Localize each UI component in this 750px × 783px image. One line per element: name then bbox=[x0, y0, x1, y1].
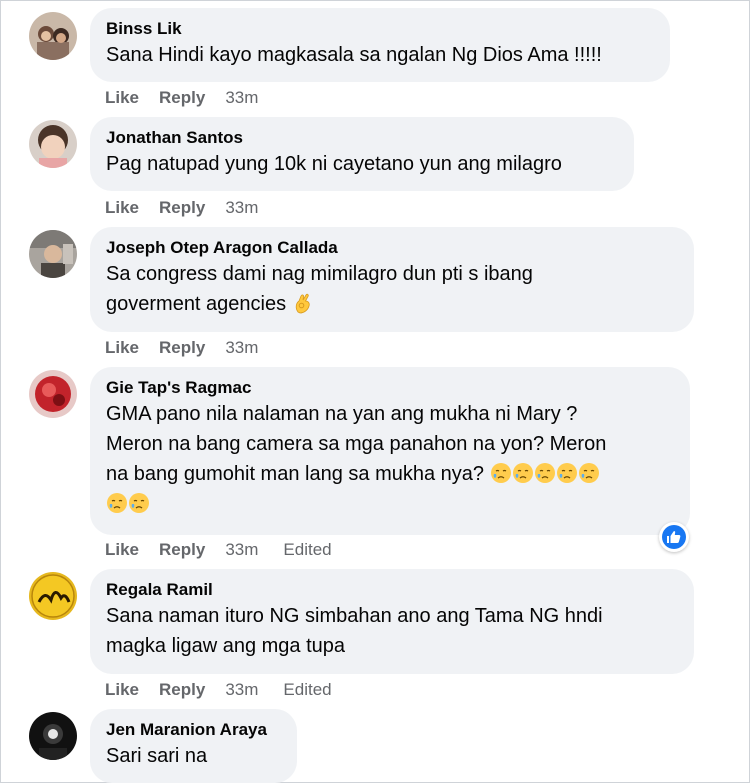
comment-author[interactable]: Jonathan Santos bbox=[106, 127, 618, 149]
comment-text: Sari sari na bbox=[106, 745, 208, 767]
comment-bubble: Joseph Otep Aragon Callada Sa congress d… bbox=[90, 227, 694, 332]
comment-author[interactable]: Gie Tap's Ragmac bbox=[106, 377, 674, 399]
comment-author[interactable]: Joseph Otep Aragon Callada bbox=[106, 237, 678, 259]
comment-bubble: Gie Tap's Ragmac GMA pano nila nalaman n… bbox=[90, 367, 690, 535]
comment-author[interactable]: Jen Maranion Araya bbox=[106, 719, 281, 741]
comment-text-line: na bang gumohit man lang sa mukha nya? bbox=[106, 463, 485, 485]
sad-relieved-face-emoji bbox=[556, 462, 578, 484]
timestamp[interactable]: 33m bbox=[225, 678, 258, 702]
like-button[interactable]: Like bbox=[105, 538, 139, 562]
sad-relieved-face-emoji bbox=[512, 462, 534, 484]
like-button[interactable]: Like bbox=[105, 336, 139, 360]
timestamp[interactable]: 33m bbox=[225, 336, 258, 360]
comment-text-line: Meron na bang camera sa mga panahon na y… bbox=[106, 433, 607, 455]
comment-text-line: GMA pano nila nalaman na yan ang mukha n… bbox=[106, 403, 578, 425]
timestamp[interactable]: 33m bbox=[225, 196, 258, 220]
comment-author[interactable]: Regala Ramil bbox=[106, 579, 678, 601]
avatar[interactable] bbox=[29, 12, 77, 60]
reply-button[interactable]: Reply bbox=[159, 678, 205, 702]
sad-relieved-face-emoji bbox=[534, 462, 556, 484]
comment-text: Pag natupad yung 10k ni cayetano yun ang… bbox=[106, 153, 562, 175]
reply-button[interactable]: Reply bbox=[159, 538, 205, 562]
like-button[interactable]: Like bbox=[105, 86, 139, 110]
reply-button[interactable]: Reply bbox=[159, 336, 205, 360]
sad-relieved-face-emoji bbox=[490, 462, 512, 484]
comment-text-line: Sa congress dami nag mimilagro dun pti s… bbox=[106, 263, 533, 285]
edited-label[interactable]: Edited bbox=[283, 538, 331, 562]
comment-bubble: Binss Lik Sana Hindi kayo magkasala sa n… bbox=[90, 8, 670, 82]
comment-text: Sana Hindi kayo magkasala sa ngalan Ng D… bbox=[106, 44, 602, 66]
avatar[interactable] bbox=[29, 712, 77, 760]
comment-actions: Like Reply 33m bbox=[105, 86, 283, 110]
comment-bubble: Jonathan Santos Pag natupad yung 10k ni … bbox=[90, 117, 634, 191]
comment-text-line: magka ligaw ang mga tupa bbox=[106, 635, 346, 657]
comment-actions: Like Reply 33m bbox=[105, 336, 283, 360]
avatar[interactable] bbox=[29, 370, 77, 418]
like-reaction-badge[interactable] bbox=[659, 522, 689, 552]
comment-bubble: Regala Ramil Sana naman ituro NG simbaha… bbox=[90, 569, 694, 674]
avatar[interactable] bbox=[29, 230, 77, 278]
like-button[interactable]: Like bbox=[105, 678, 139, 702]
like-button[interactable]: Like bbox=[105, 196, 139, 220]
thumbs-up-icon bbox=[662, 525, 686, 549]
comment-actions: Like Reply 33m Edited bbox=[105, 538, 332, 562]
sad-relieved-face-emoji bbox=[106, 492, 128, 514]
comment-actions: Like Reply 33m Edited bbox=[105, 678, 332, 702]
timestamp[interactable]: 33m bbox=[225, 538, 258, 562]
comment-text: GMA pano nila nalaman na yan ang mukha n… bbox=[106, 399, 674, 519]
comment-text: Sa congress dami nag mimilagro dun pti s… bbox=[106, 259, 678, 319]
sad-relieved-face-emoji bbox=[128, 492, 150, 514]
comment-text-line: Sana naman ituro NG simbahan ano ang Tam… bbox=[106, 605, 603, 627]
reply-button[interactable]: Reply bbox=[159, 86, 205, 110]
comment-text: Sana naman ituro NG simbahan ano ang Tam… bbox=[106, 601, 678, 661]
sad-relieved-face-emoji bbox=[578, 462, 600, 484]
timestamp[interactable]: 33m bbox=[225, 86, 258, 110]
edited-label[interactable]: Edited bbox=[283, 678, 331, 702]
comment-text-line: goverment agencies bbox=[106, 293, 287, 315]
comment-bubble: Jen Maranion Araya Sari sari na bbox=[90, 709, 297, 783]
avatar[interactable] bbox=[29, 120, 77, 168]
reply-button[interactable]: Reply bbox=[159, 196, 205, 220]
ok-hand-emoji bbox=[292, 292, 314, 314]
avatar[interactable] bbox=[29, 572, 77, 620]
comment-author[interactable]: Binss Lik bbox=[106, 18, 654, 40]
comment-actions: Like Reply 33m bbox=[105, 196, 283, 220]
